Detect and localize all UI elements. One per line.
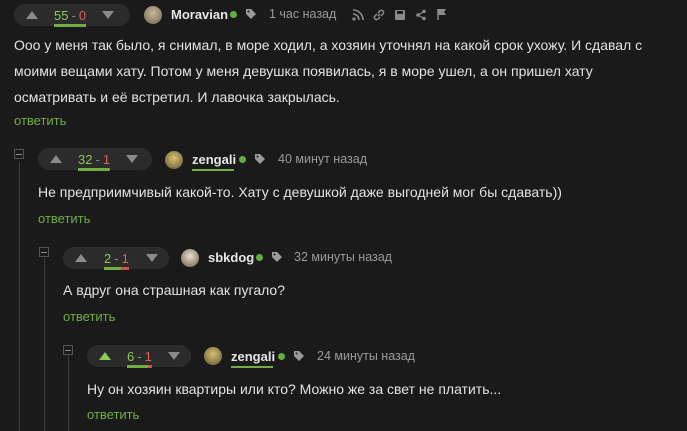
author-name[interactable]: Moravian [171, 7, 228, 22]
online-indicator [239, 156, 246, 163]
online-indicator [230, 11, 237, 18]
thread-line[interactable] [44, 258, 45, 431]
author-underline [192, 169, 234, 171]
vote-plus: 2 [104, 250, 112, 266]
avatar[interactable] [204, 347, 222, 365]
reply-link[interactable]: ответить [87, 407, 139, 422]
vote-up-icon[interactable] [26, 11, 38, 19]
online-indicator [278, 353, 285, 360]
vote-count: 6 - 1 [127, 348, 152, 368]
comment-text: Ооо у меня так было, я снимал, в море хо… [14, 37, 643, 105]
vote-separator: - [137, 348, 142, 364]
vote-separator: - [114, 250, 119, 266]
comment-time[interactable]: 24 минуты назад [317, 349, 415, 363]
comment-text: Не предприимчивый какой-то. Хату с девуш… [38, 184, 562, 200]
vote-up-icon[interactable] [75, 254, 87, 262]
collapse-button[interactable] [39, 247, 49, 257]
vote-bar [127, 364, 152, 368]
vote-bar [54, 23, 87, 27]
share-icon[interactable] [415, 9, 427, 21]
comment-time[interactable]: 32 минуты назад [294, 250, 392, 264]
comment-text: Ну он хозяин квартиры или кто? Можно же … [87, 381, 502, 397]
vote-separator: - [71, 7, 76, 23]
tag-icon[interactable] [246, 9, 256, 19]
reply-link[interactable]: ответить [14, 113, 66, 128]
avatar[interactable] [181, 249, 199, 267]
rating-widget: 55 - 0 [14, 4, 130, 27]
collapse-button[interactable] [63, 345, 73, 355]
avatar[interactable] [165, 151, 183, 169]
thread-line[interactable] [19, 162, 20, 431]
vote-minus: 0 [78, 7, 87, 23]
vote-plus: 6 [127, 348, 135, 364]
vote-minus: 1 [121, 250, 129, 266]
author-name[interactable]: zengali [192, 152, 236, 167]
tag-icon[interactable] [294, 351, 304, 361]
comment-text: А вдруг она страшная как пугало? [63, 282, 285, 298]
save-icon[interactable] [394, 9, 406, 21]
collapse-button[interactable] [14, 149, 24, 159]
vote-minus: 1 [144, 348, 152, 364]
vote-count: 32 - 1 [78, 151, 111, 171]
rating-widget: 32 - 1 [38, 148, 152, 171]
avatar[interactable] [144, 6, 162, 24]
vote-count: 55 - 0 [54, 7, 87, 27]
vote-up-icon[interactable] [50, 155, 62, 163]
vote-minus: 1 [102, 151, 111, 167]
tag-icon[interactable] [255, 154, 265, 164]
link-icon[interactable] [373, 9, 385, 21]
reply-link[interactable]: ответить [38, 211, 90, 226]
tag-icon[interactable] [272, 252, 282, 262]
comment-time[interactable]: 1 час назад [269, 7, 336, 21]
rss-icon[interactable] [352, 9, 364, 21]
reply-link[interactable]: ответить [63, 309, 115, 324]
vote-down-icon[interactable] [126, 155, 139, 163]
flag-icon[interactable] [436, 8, 448, 20]
rating-widget: 2 - 1 [63, 247, 169, 270]
vote-bar [104, 266, 129, 270]
vote-up-icon[interactable] [99, 352, 111, 360]
vote-count: 2 - 1 [104, 250, 129, 270]
thread-line[interactable] [68, 356, 69, 431]
author-underline [231, 366, 273, 368]
vote-separator: - [95, 151, 100, 167]
vote-down-icon[interactable] [145, 254, 158, 262]
author-name[interactable]: zengali [231, 349, 275, 364]
vote-down-icon[interactable] [167, 352, 180, 360]
comment-time[interactable]: 40 минут назад [278, 152, 367, 166]
vote-plus: 55 [54, 7, 69, 23]
vote-bar [78, 167, 111, 171]
vote-plus: 32 [78, 151, 93, 167]
online-indicator [256, 254, 263, 261]
vote-down-icon[interactable] [102, 11, 115, 19]
rating-widget: 6 - 1 [87, 345, 191, 368]
author-name[interactable]: sbkdog [208, 250, 254, 265]
